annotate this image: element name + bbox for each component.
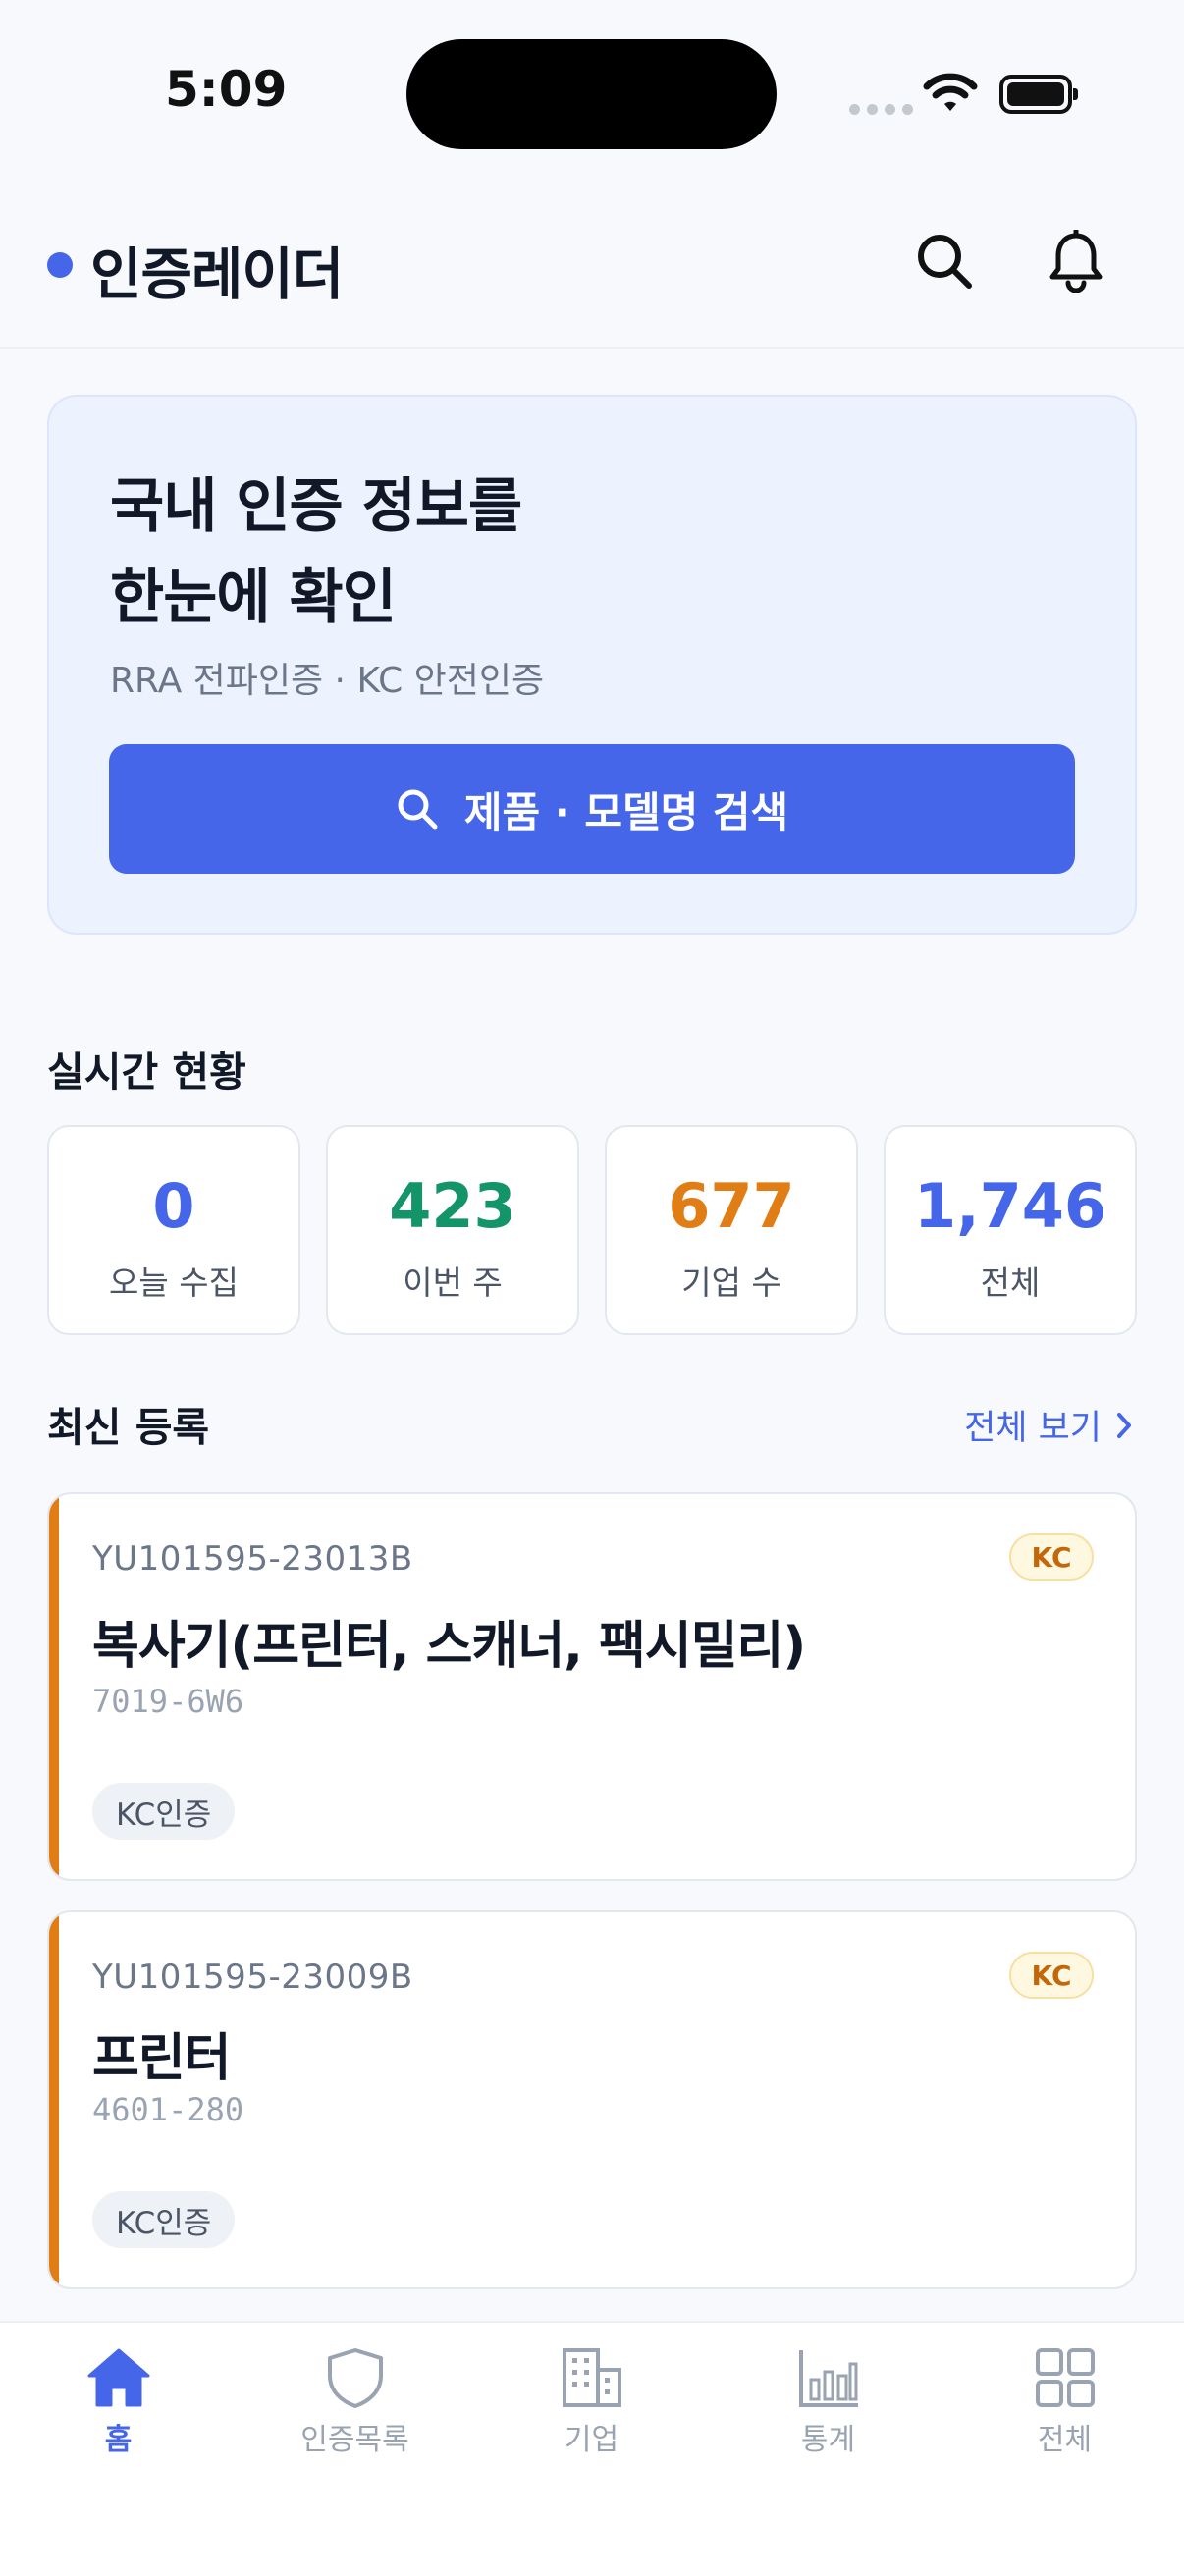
nav-label: 홈 — [104, 2423, 133, 2457]
product-search-button[interactable]: 제품 · 모델명 검색 — [109, 744, 1075, 874]
bell-icon[interactable] — [1047, 230, 1105, 293]
nav-label: 기업 — [564, 2423, 619, 2457]
stat-label: 전체 — [980, 1263, 1041, 1302]
nav-tab-companies[interactable]: 기업 — [473, 2323, 710, 2499]
cert-number: YU101595-23013B — [92, 1539, 413, 1579]
stat-value: 0 — [152, 1170, 195, 1242]
kc-badge: KC — [1009, 1533, 1094, 1581]
wifi-icon — [923, 73, 978, 111]
card-accent-bar — [49, 1494, 59, 1879]
search-icon[interactable] — [915, 232, 974, 291]
stat-today[interactable]: 0 오늘 수집 — [47, 1125, 300, 1335]
latest-title: 최신 등록 — [47, 1404, 210, 1451]
nav-label: 전체 — [1037, 2423, 1093, 2457]
battery-icon — [999, 75, 1078, 114]
kc-badge: KC — [1009, 1952, 1094, 1999]
model-number: 7019-6W6 — [92, 1683, 244, 1720]
card-accent-bar — [49, 1912, 59, 2287]
stat-label: 이번 주 — [403, 1263, 503, 1302]
dynamic-island — [406, 39, 777, 149]
certification-card[interactable]: YU101595-23009B KC 프린터 4601-280 KC인증 — [47, 1910, 1137, 2289]
cert-type-tag: KC인증 — [92, 2191, 236, 2248]
nav-label: 통계 — [800, 2423, 856, 2457]
home-icon — [87, 2348, 149, 2407]
hero-subtitle: RRA 전파인증 · KC 안전인증 — [110, 661, 545, 701]
product-name: 프린터 — [92, 2029, 232, 2088]
shield-icon — [327, 2348, 383, 2408]
nav-tab-all[interactable]: 전체 — [946, 2323, 1183, 2499]
stats-title: 실시간 현황 — [47, 1048, 246, 1096]
stat-companies[interactable]: 677 기업 수 — [605, 1125, 858, 1335]
status-time: 5:09 — [165, 61, 288, 118]
certification-card[interactable]: YU101595-23013B KC 복사기(프린터, 스캐너, 팩시밀리) 7… — [47, 1492, 1137, 1881]
product-name: 복사기(프린터, 스캐너, 팩시밀리) — [92, 1617, 806, 1676]
search-icon — [398, 789, 438, 830]
grid-icon — [1035, 2348, 1095, 2407]
see-all-label: 전체 보기 — [964, 1409, 1102, 1448]
cellular-signal-icon — [849, 104, 913, 115]
building-icon — [562, 2348, 621, 2407]
app-title: 인증레이더 — [90, 242, 344, 307]
search-button-label: 제품 · 모델명 검색 — [463, 787, 789, 836]
cert-number: YU101595-23009B — [92, 1958, 413, 1997]
bottom-nav: 홈 인증목록 기업 통계 전체 — [0, 2321, 1184, 2576]
bar-chart-icon — [798, 2350, 858, 2407]
hero-title: 국내 인증 정보를 한눈에 확인 — [110, 472, 522, 632]
stat-value: 423 — [389, 1170, 516, 1242]
nav-label: 인증목록 — [300, 2423, 409, 2457]
cert-type-tag: KC인증 — [92, 1783, 236, 1840]
chevron-right-icon — [1117, 1412, 1131, 1438]
header-divider — [0, 347, 1184, 349]
stat-value: 1,746 — [913, 1170, 1107, 1242]
brand-dot — [47, 252, 73, 278]
see-all-link[interactable]: 전체 보기 — [964, 1400, 1133, 1450]
model-number: 4601-280 — [92, 2091, 244, 2128]
stat-this-week[interactable]: 423 이번 주 — [326, 1125, 579, 1335]
stat-total[interactable]: 1,746 전체 — [884, 1125, 1137, 1335]
stat-label: 기업 수 — [681, 1263, 781, 1302]
nav-tab-home[interactable]: 홈 — [0, 2323, 237, 2499]
stat-label: 오늘 수집 — [109, 1263, 239, 1302]
stat-value: 677 — [668, 1170, 795, 1242]
nav-tab-stats[interactable]: 통계 — [710, 2323, 946, 2499]
nav-tab-cert-list[interactable]: 인증목록 — [237, 2323, 473, 2499]
